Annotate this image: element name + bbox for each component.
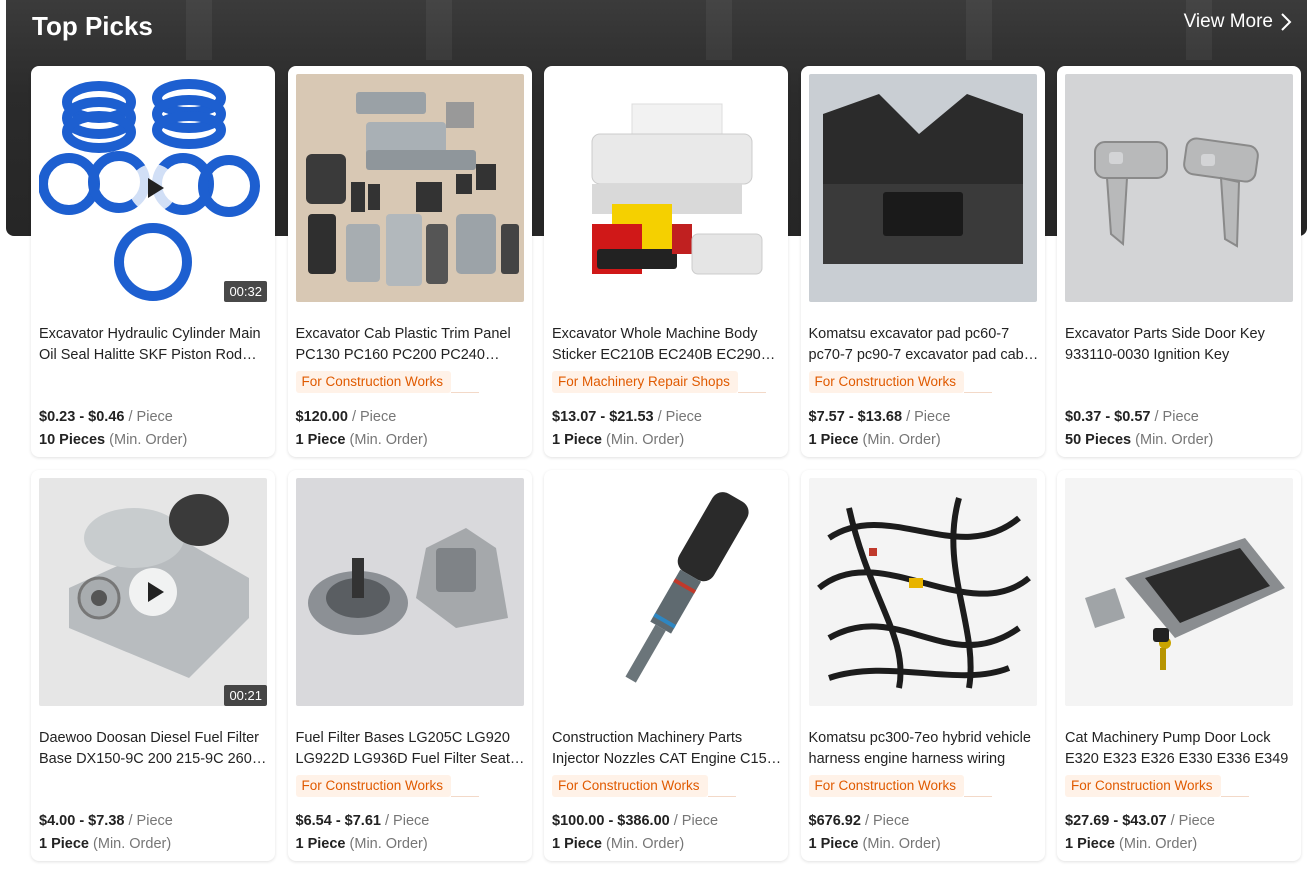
product-card[interactable]: Cat Machinery Pump Door Lock E320 E323 E… — [1057, 470, 1301, 861]
product-name[interactable]: Komatsu excavator pad pc60-7 pc70-7 pc90… — [809, 324, 1039, 366]
min-order: 10 Pieces (Min. Order) — [39, 432, 188, 448]
product-name[interactable]: Excavator Parts Side Door Key 933110-003… — [1065, 324, 1295, 366]
usage-tag: For Construction Works — [552, 775, 736, 797]
product-image — [295, 74, 524, 302]
product-price: $100.00 - $386.00 / Piece — [552, 813, 719, 829]
product-card[interactable]: Excavator Cab Plastic Trim Panel PC130 P… — [287, 66, 532, 457]
product-card[interactable]: 00:32 Excavator Hydraulic Cylinder Main … — [31, 66, 275, 457]
view-more-label: View More — [1183, 11, 1273, 32]
video-duration: 00:21 — [224, 685, 267, 706]
product-card[interactable]: Excavator Whole Machine Body Sticker EC2… — [544, 66, 788, 457]
product-name[interactable]: Excavator Cab Plastic Trim Panel PC130 P… — [296, 324, 526, 366]
product-name[interactable]: Cat Machinery Pump Door Lock E320 E323 E… — [1065, 728, 1295, 770]
product-image — [1065, 478, 1293, 706]
video-duration: 00:32 — [224, 281, 267, 302]
product-name[interactable]: Fuel Filter Bases LG205C LG920 LG922D LG… — [296, 728, 526, 770]
product-image — [808, 74, 1037, 302]
product-name[interactable]: Daewoo Doosan Diesel Fuel Filter Base DX… — [39, 728, 269, 770]
product-price: $0.37 - $0.57 / Piece — [1065, 409, 1199, 425]
product-price: $7.57 - $13.68 / Piece — [808, 409, 951, 425]
product-name[interactable]: Construction Machinery Parts Injector No… — [552, 728, 782, 770]
product-card[interactable]: Excavator Parts Side Door Key 933110-003… — [1057, 66, 1301, 457]
product-price: $120.00 / Piece — [295, 409, 397, 425]
play-video-icon[interactable] — [129, 164, 177, 212]
min-order: 1 Piece (Min. Order) — [1065, 836, 1198, 852]
product-price: $4.00 - $7.38 / Piece — [39, 813, 173, 829]
min-order: 50 Pieces (Min. Order) — [1065, 432, 1214, 448]
usage-tag: For Construction Works — [1065, 775, 1249, 797]
usage-tag: For Construction Works — [295, 775, 479, 797]
product-card[interactable]: 00:21 Daewoo Doosan Diesel Fuel Filter B… — [31, 470, 275, 861]
min-order: 1 Piece (Min. Order) — [552, 432, 685, 448]
product-image: 00:21 — [39, 478, 267, 706]
product-image — [808, 478, 1037, 706]
product-image — [1065, 74, 1293, 302]
product-card[interactable]: Komatsu pc300-7eo hybrid vehicle harness… — [800, 470, 1045, 861]
usage-tag: For Construction Works — [808, 371, 992, 393]
product-name[interactable]: Komatsu pc300-7eo hybrid vehicle harness… — [809, 728, 1039, 770]
min-order: 1 Piece (Min. Order) — [39, 836, 172, 852]
product-grid: 00:32 Excavator Hydraulic Cylinder Main … — [31, 66, 1301, 861]
product-card[interactable]: Fuel Filter Bases LG205C LG920 LG922D LG… — [287, 470, 532, 861]
product-image — [295, 478, 524, 706]
usage-tag: For Construction Works — [295, 371, 479, 393]
product-price: $0.23 - $0.46 / Piece — [39, 409, 173, 425]
product-name[interactable]: Excavator Whole Machine Body Sticker EC2… — [552, 324, 782, 366]
play-video-icon[interactable] — [129, 568, 177, 616]
usage-tag: For Machinery Repair Shops — [552, 371, 766, 393]
chevron-right-icon — [1281, 13, 1292, 31]
min-order: 1 Piece (Min. Order) — [552, 836, 685, 852]
section-title: Top Picks — [32, 11, 153, 41]
view-more-link[interactable]: View More — [1184, 11, 1293, 33]
product-card[interactable]: Komatsu excavator pad pc60-7 pc70-7 pc90… — [800, 66, 1045, 457]
product-price: $13.07 - $21.53 / Piece — [552, 409, 702, 425]
product-image — [552, 74, 780, 302]
usage-tag: For Construction Works — [808, 775, 992, 797]
product-price: $27.69 - $43.07 / Piece — [1065, 813, 1215, 829]
min-order: 1 Piece (Min. Order) — [295, 432, 428, 448]
min-order: 1 Piece (Min. Order) — [295, 836, 428, 852]
product-card[interactable]: Construction Machinery Parts Injector No… — [544, 470, 788, 861]
product-price: $6.54 - $7.61 / Piece — [295, 813, 430, 829]
min-order: 1 Piece (Min. Order) — [808, 432, 941, 448]
min-order: 1 Piece (Min. Order) — [808, 836, 941, 852]
product-price: $676.92 / Piece — [808, 813, 910, 829]
product-image: 00:32 — [39, 74, 267, 302]
product-name[interactable]: Excavator Hydraulic Cylinder Main Oil Se… — [39, 324, 269, 366]
product-image — [552, 478, 780, 706]
